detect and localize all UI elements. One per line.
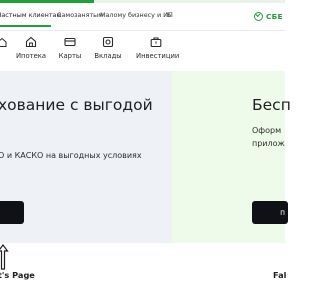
free-service-banner-text-line-2: прилож [252, 139, 285, 148]
free-service-banner-title: Бесп [252, 96, 291, 114]
card-icon [64, 37, 76, 47]
topnav-item-small-business[interactable]: Малому бизнесу и ИП [100, 11, 173, 19]
category-deposits-label: Вклады [94, 52, 122, 60]
free-service-banner-text-line-1: Оформ [252, 126, 282, 135]
category-mortgage[interactable]: Ипотека [11, 36, 51, 66]
briefcase-icon [150, 37, 162, 48]
category-deposits[interactable]: Вклады [88, 36, 128, 66]
category-navigation: Ипотека Карты Вклады Инвестиции [0, 31, 285, 71]
caption-right: Fal [273, 270, 287, 280]
topnav-item-self-employed[interactable]: Самозанятым [57, 11, 103, 19]
free-service-promo-banner[interactable]: Бесп Оформ прилож п [172, 71, 291, 243]
free-service-banner-button[interactable]: п [252, 201, 288, 224]
insurance-banner-title: хование с выгодой [0, 96, 153, 114]
category-investments[interactable]: Инвестиции [136, 36, 180, 66]
caption-left: t's Page [0, 270, 35, 280]
insurance-banner-button[interactable] [0, 201, 24, 224]
category-cards-label: Карты [58, 52, 82, 60]
house-icon [25, 36, 37, 48]
insurance-promo-banner[interactable]: хование с выгодой О и КАСКО на выгодных … [0, 71, 172, 243]
topnav-active-underline [0, 25, 51, 27]
insurance-banner-text: О и КАСКО на выгодных условиях [0, 151, 142, 160]
category-cards[interactable]: Карты [50, 36, 90, 66]
sber-check-icon [254, 11, 263, 21]
home-icon [0, 37, 7, 47]
logo-text: СБЕ [266, 11, 283, 21]
topnav-item-business[interactable]: Б [167, 11, 171, 19]
deposit-icon [102, 36, 114, 48]
up-arrow-icon [0, 244, 9, 270]
topnav-item-private-clients[interactable]: Частным клиентам [0, 11, 61, 19]
sber-logo[interactable]: СБЕ [254, 9, 283, 23]
category-investments-label: Инвестиции [136, 52, 180, 60]
top-navigation: Частным клиентам Самозанятым Малому бизн… [0, 3, 285, 29]
category-mortgage-label: Ипотека [15, 52, 47, 60]
